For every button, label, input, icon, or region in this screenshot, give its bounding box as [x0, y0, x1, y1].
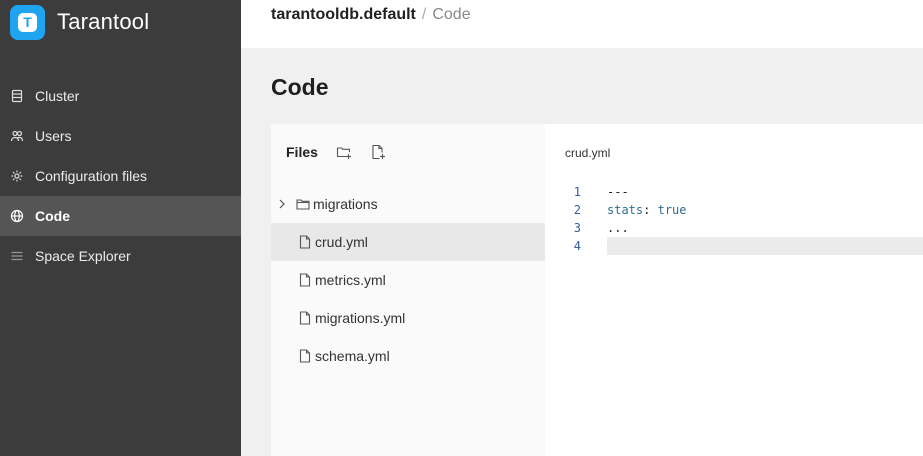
code-line[interactable]: 2 stats: true [545, 201, 923, 219]
line-content: ... [607, 221, 629, 235]
file-tree: migrations crud.yml metrics.yml migratio… [271, 185, 545, 375]
breadcrumb-separator: / [421, 6, 427, 23]
new-folder-icon[interactable] [336, 144, 352, 160]
tree-file-metrics[interactable]: metrics.yml [271, 261, 545, 299]
sidebar-item-configuration-files[interactable]: Configuration files [0, 156, 241, 196]
folder-icon [296, 197, 310, 211]
tree-file-schema[interactable]: schema.yml [271, 337, 545, 375]
line-number: 4 [573, 239, 581, 253]
sidebar-item-space-explorer[interactable]: Space Explorer [0, 236, 241, 276]
page-title: Code [271, 74, 329, 100]
yaml-colon: : [643, 203, 651, 217]
sidebar-item-label: Configuration files [35, 168, 148, 184]
files-panel: Files migrations crud.yml metrics.yml mi… [271, 124, 545, 456]
current-line-highlight [607, 237, 923, 255]
gear-icon [10, 169, 24, 183]
tree-file-crud[interactable]: crud.yml [271, 223, 545, 261]
sidebar-item-label: Space Explorer [35, 248, 131, 264]
file-icon [298, 311, 312, 325]
file-icon [298, 235, 312, 249]
breadcrumb-current: Code [432, 6, 471, 23]
line-content: stats: true [607, 203, 687, 217]
line-number: 2 [573, 203, 581, 217]
chevron-right-icon[interactable] [276, 198, 288, 210]
sidebar-item-label: Cluster [35, 88, 80, 104]
tarantool-logo-icon: T [10, 4, 45, 40]
breadcrumb: tarantooldb.default / Code [241, 0, 923, 48]
editor-file-tab[interactable]: crud.yml [565, 146, 610, 160]
sidebar-item-cluster[interactable]: Cluster [0, 76, 241, 116]
files-title: Files [286, 144, 318, 160]
file-icon [298, 349, 312, 363]
sidebar-item-label: Users [35, 128, 72, 144]
tree-item-label: crud.yml [315, 234, 368, 250]
new-file-icon[interactable] [370, 144, 386, 160]
tree-item-label: schema.yml [315, 348, 390, 364]
code-area[interactable]: 1 --- 2 stats: true 3 ... 4 [545, 183, 923, 255]
users-icon [10, 129, 24, 143]
line-number: 3 [573, 221, 581, 235]
brand[interactable]: T Tarantool [10, 4, 149, 40]
tree-folder-migrations[interactable]: migrations [271, 185, 545, 223]
files-header: Files [286, 144, 386, 160]
breadcrumb-root[interactable]: tarantooldb.default [271, 6, 416, 24]
sidebar-nav: Cluster Users Configuration files Code S… [0, 76, 241, 276]
sidebar: T Tarantool Cluster Users Configuration … [0, 0, 241, 456]
sidebar-item-label: Code [35, 208, 70, 224]
list-icon [10, 249, 24, 263]
line-number: 1 [573, 185, 581, 199]
sidebar-item-users[interactable]: Users [0, 116, 241, 156]
globe-icon [10, 209, 24, 223]
sidebar-item-code[interactable]: Code [0, 196, 241, 236]
code-line[interactable]: 3 ... [545, 219, 923, 237]
tree-item-label: migrations.yml [315, 310, 406, 326]
line-content: --- [607, 185, 629, 199]
server-icon [10, 89, 24, 103]
tree-file-migrations[interactable]: migrations.yml [271, 299, 545, 337]
tree-item-label: migrations [313, 196, 378, 212]
yaml-value: true [657, 203, 687, 217]
brand-name: Tarantool [57, 9, 150, 34]
yaml-key: stats [607, 203, 644, 217]
code-line-current[interactable]: 4 [545, 237, 923, 255]
code-editor[interactable]: crud.yml 1 --- 2 stats: true 3 ... 4 [545, 124, 923, 456]
logo-letter: T [18, 12, 37, 32]
file-icon [298, 273, 312, 287]
code-line[interactable]: 1 --- [545, 183, 923, 201]
tree-item-label: metrics.yml [315, 272, 386, 288]
